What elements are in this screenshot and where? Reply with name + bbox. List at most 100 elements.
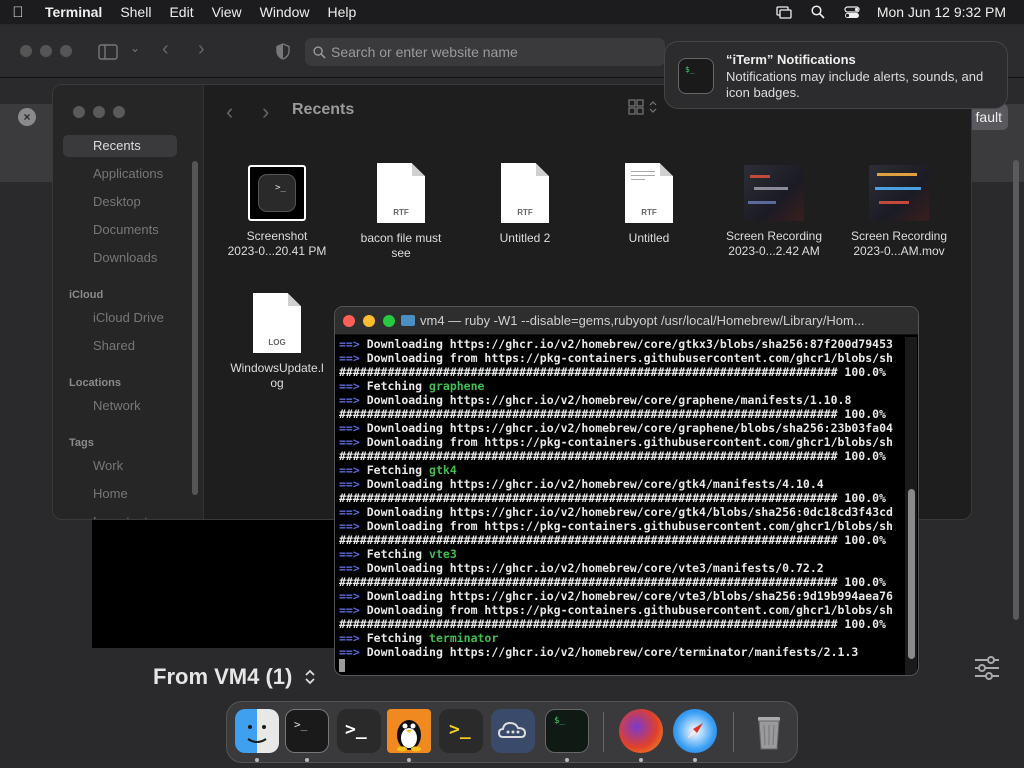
menu-extras: Mon Jun 12 9:32 PM — [767, 0, 1024, 24]
file-item[interactable]: LOG WindowsUpdate.l og — [222, 293, 332, 391]
apple-menu-icon[interactable]:  — [0, 4, 36, 21]
terminal-window[interactable]: vm4 — ruby -W1 --disable=gems,rubyopt /u… — [334, 306, 919, 676]
sidebar-item-desktop[interactable]: Desktop — [63, 191, 177, 213]
address-placeholder: Search or enter website name — [331, 44, 518, 60]
running-indicator — [565, 758, 569, 762]
file-item[interactable]: Screen Recording 2023-0...AM.mov — [844, 165, 954, 259]
forward-icon[interactable]: › — [198, 38, 205, 61]
terminal-line: ########################################… — [339, 617, 886, 631]
finder-icon[interactable] — [235, 709, 279, 753]
screen-mirroring-icon[interactable] — [767, 0, 801, 24]
menu-view[interactable]: View — [203, 4, 251, 20]
iterm-notification[interactable]: $_ “iTerm” Notifications Notifications m… — [664, 41, 1008, 109]
dock: >_ >_ >_ $_ — [226, 701, 798, 763]
filter-sliders-icon[interactable] — [974, 656, 1000, 680]
notification-body: Notifications may include alerts, sounds… — [726, 69, 984, 100]
sidebar-item-tag-important[interactable]: Important — [63, 511, 177, 519]
powershell-icon[interactable]: >_ — [337, 709, 381, 753]
finder-sidebar: Recents Applications Desktop Documents D… — [53, 85, 203, 519]
close-icon[interactable]: × — [18, 108, 36, 126]
terminal-minimize-button[interactable] — [363, 315, 375, 327]
firefox-icon[interactable] — [619, 709, 663, 753]
trash-icon[interactable] — [747, 709, 791, 753]
terminal-line: ########################################… — [339, 449, 886, 463]
terminal-line: ########################################… — [339, 533, 886, 547]
chevron-down-icon[interactable]: ⌄ — [130, 41, 140, 55]
file-item[interactable]: >_ Screenshot 2023-0...20.41 PM — [222, 165, 332, 259]
console-icon[interactable]: >_ — [439, 709, 483, 753]
address-bar[interactable]: Search or enter website name — [305, 38, 665, 66]
log-document-icon: LOG — [253, 293, 301, 353]
safari-icon[interactable] — [673, 709, 717, 753]
file-item[interactable]: RTF Untitled — [594, 163, 704, 246]
file-label: bacon file must see — [360, 231, 442, 260]
iterm-icon[interactable]: $_ — [545, 709, 589, 753]
dock-separator — [603, 712, 604, 752]
spotlight-search-icon[interactable] — [801, 0, 835, 24]
iterm-app-icon: $_ — [678, 58, 714, 94]
back-icon[interactable]: ‹ — [162, 38, 169, 61]
screenshot-thumbnail-icon: >_ — [248, 165, 306, 221]
terminal-zoom-button[interactable] — [383, 315, 395, 327]
rtf-document-icon: RTF — [501, 163, 549, 223]
menu-shell[interactable]: Shell — [111, 4, 160, 20]
forward-icon[interactable]: › — [262, 99, 269, 125]
back-icon[interactable]: ‹ — [226, 99, 233, 125]
browser-scrollbar[interactable] — [1013, 160, 1019, 620]
terminal-close-button[interactable] — [343, 315, 355, 327]
terminal-output[interactable]: ==> Downloading https://ghcr.io/v2/homeb… — [339, 337, 904, 673]
sidebar-item-downloads[interactable]: Downloads — [63, 247, 177, 269]
sidebar-item-recents[interactable]: Recents — [63, 135, 177, 157]
file-item[interactable]: RTF Untitled 2 — [470, 163, 580, 246]
terminal-titlebar[interactable]: vm4 — ruby -W1 --disable=gems,rubyopt /u… — [335, 307, 918, 335]
grid-view-icon[interactable] — [628, 99, 658, 119]
sidebar-item-documents[interactable]: Documents — [63, 219, 177, 241]
cloud-icon[interactable] — [491, 709, 535, 753]
terminal-line: ==> Fetching vte3 — [339, 547, 457, 561]
from-vm-selector[interactable]: From VM4 (1) — [153, 664, 316, 690]
terminal-title-text: vm4 — ruby -W1 --disable=gems,rubyopt /u… — [420, 313, 865, 328]
file-item[interactable]: RTF bacon file must see — [346, 163, 456, 261]
browser-zoom-button[interactable] — [60, 45, 72, 57]
linux-vm-icon[interactable] — [387, 709, 431, 753]
menu-window[interactable]: Window — [251, 4, 319, 20]
terminal-cursor — [339, 659, 345, 672]
sidebar-item-tag-work[interactable]: Work — [63, 455, 177, 477]
running-indicator — [693, 758, 697, 762]
menu-help[interactable]: Help — [318, 4, 365, 20]
browser-close-button[interactable] — [20, 45, 32, 57]
terminal-line: ==> Fetching terminator — [339, 631, 499, 645]
file-label: Screenshot 2023-0...20.41 PM — [227, 229, 327, 258]
file-label: Untitled 2 — [499, 231, 551, 245]
privacy-shield-icon[interactable] — [276, 43, 290, 60]
menu-app-terminal[interactable]: Terminal — [36, 4, 111, 20]
finder-zoom-button[interactable] — [113, 106, 125, 118]
file-label: Screen Recording 2023-0...AM.mov — [850, 229, 948, 258]
terminal-title: vm4 — ruby -W1 --disable=gems,rubyopt /u… — [401, 313, 865, 328]
file-item[interactable]: Screen Recording 2023-0...2.42 AM — [719, 165, 829, 259]
terminal-line: ==> Downloading from https://pkg-contain… — [339, 351, 893, 365]
sidebar-item-applications[interactable]: Applications — [63, 163, 177, 185]
sidebar-toggle-icon[interactable] — [98, 44, 118, 60]
menu-edit[interactable]: Edit — [160, 4, 202, 20]
menu-bar:  Terminal Shell Edit View Window Help M… — [0, 0, 1024, 24]
terminal-icon[interactable]: >_ — [285, 709, 329, 753]
menu-clock[interactable]: Mon Jun 12 9:32 PM — [869, 4, 1024, 20]
finder-minimize-button[interactable] — [93, 106, 105, 118]
control-center-icon[interactable] — [835, 0, 869, 24]
terminal-line: ==> Fetching gtk4 — [339, 463, 457, 477]
terminal-line: ==> Fetching graphene — [339, 379, 485, 393]
terminal-line: ########################################… — [339, 407, 886, 421]
sidebar-item-shared[interactable]: Shared — [63, 335, 177, 357]
running-indicator — [305, 758, 309, 762]
terminal-scrollbar-thumb[interactable] — [908, 489, 915, 659]
sidebar-item-tag-home[interactable]: Home — [63, 483, 177, 505]
sidebar-item-network[interactable]: Network — [63, 395, 177, 417]
terminal-line: ==> Downloading https://ghcr.io/v2/homeb… — [339, 589, 893, 603]
browser-minimize-button[interactable] — [40, 45, 52, 57]
sidebar-item-icloud-drive[interactable]: iCloud Drive — [63, 307, 177, 329]
sidebar-header-icloud: iCloud — [69, 289, 104, 301]
finder-close-button[interactable] — [73, 106, 85, 118]
sidebar-scrollbar[interactable] — [192, 161, 198, 495]
terminal-line: ==> Downloading https://ghcr.io/v2/homeb… — [339, 561, 824, 575]
